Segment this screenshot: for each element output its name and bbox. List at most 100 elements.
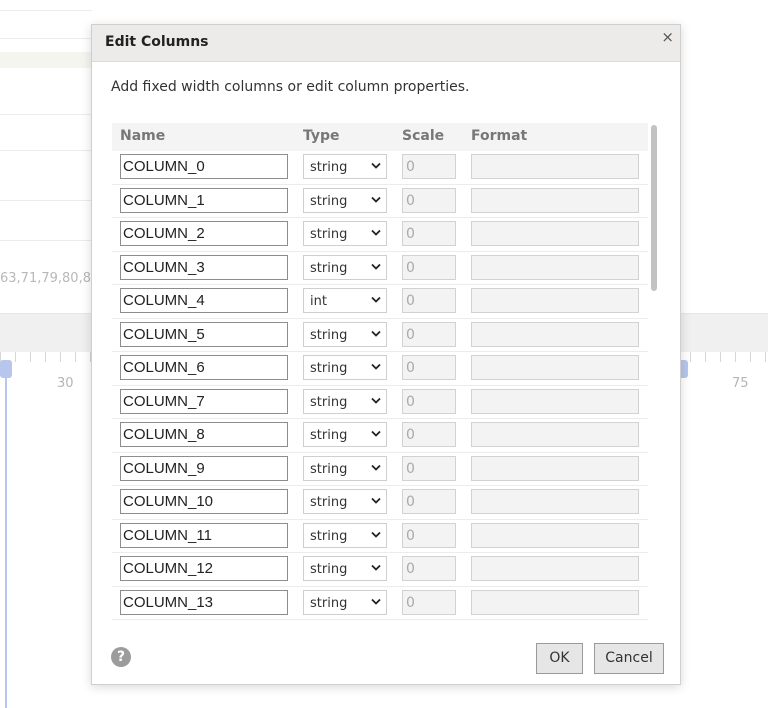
column-type-value: string: [310, 595, 348, 611]
chevron-down-icon: [371, 430, 381, 437]
column-name-input[interactable]: [120, 556, 288, 581]
column-type-select[interactable]: string: [303, 154, 387, 179]
table-row: string 0: [112, 218, 648, 252]
column-name-input[interactable]: [120, 522, 288, 548]
column-format-input[interactable]: [471, 556, 639, 581]
column-format-input[interactable]: [471, 589, 639, 615]
column-name-input[interactable]: [120, 589, 288, 615]
column-type-select[interactable]: string: [303, 187, 387, 213]
column-type-value: string: [310, 327, 348, 343]
column-name-input[interactable]: [120, 187, 288, 213]
dialog-title: Edit Columns: [105, 34, 209, 50]
column-type-select[interactable]: string: [303, 388, 387, 414]
column-type-value: string: [310, 461, 348, 477]
column-format-input[interactable]: [471, 455, 639, 481]
column-name-input[interactable]: [120, 221, 288, 246]
table-row: string 0: [112, 252, 648, 285]
chevron-down-icon: [371, 229, 381, 236]
bg-divider: [0, 150, 92, 151]
column-scale-input[interactable]: 0: [402, 187, 456, 213]
table-scrollbar[interactable]: [651, 125, 657, 291]
bg-ruler-marker-line: [5, 370, 7, 708]
column-type-select[interactable]: string: [303, 455, 387, 481]
column-type-value: string: [310, 394, 348, 410]
column-format-input[interactable]: [471, 288, 639, 313]
column-type-select[interactable]: string: [303, 522, 387, 548]
column-type-value: int: [310, 294, 327, 309]
column-type-value: string: [310, 260, 348, 276]
close-icon[interactable]: ×: [661, 28, 674, 46]
cancel-button[interactable]: Cancel: [594, 643, 664, 674]
column-format-input[interactable]: [471, 522, 639, 548]
column-name-input[interactable]: [120, 154, 288, 179]
column-type-select[interactable]: string: [303, 489, 387, 514]
column-scale-value: 0: [406, 293, 415, 309]
column-format-input[interactable]: [471, 355, 639, 380]
column-format-input[interactable]: [471, 489, 639, 514]
column-name-input[interactable]: [120, 489, 288, 514]
column-type-select[interactable]: string: [303, 355, 387, 380]
bg-divider: [0, 38, 92, 39]
chevron-down-icon: [371, 296, 381, 303]
column-scale-input[interactable]: 0: [402, 321, 456, 347]
column-scale-value: 0: [406, 427, 415, 443]
column-header-scale: Scale: [402, 128, 445, 144]
column-scale-value: 0: [406, 360, 415, 376]
chevron-down-icon: [371, 531, 381, 538]
chevron-down-icon: [371, 330, 381, 337]
column-name-input[interactable]: [120, 355, 288, 380]
column-scale-input[interactable]: 0: [402, 589, 456, 615]
column-type-select[interactable]: string: [303, 321, 387, 347]
column-scale-input[interactable]: 0: [402, 388, 456, 414]
column-name-input[interactable]: [120, 321, 288, 347]
column-type-value: string: [310, 495, 348, 510]
column-type-value: string: [310, 361, 348, 376]
chevron-down-icon: [371, 497, 381, 504]
column-scale-value: 0: [406, 159, 415, 175]
column-type-select[interactable]: string: [303, 589, 387, 615]
chevron-down-icon: [371, 263, 381, 270]
column-format-input[interactable]: [471, 321, 639, 347]
column-type-value: string: [310, 562, 348, 577]
column-type-select[interactable]: int: [303, 288, 387, 313]
column-name-input[interactable]: [120, 422, 288, 447]
column-scale-input[interactable]: 0: [402, 288, 456, 313]
column-name-input[interactable]: [120, 388, 288, 414]
ok-button[interactable]: OK: [536, 643, 583, 674]
column-type-select[interactable]: string: [303, 221, 387, 246]
column-name-input[interactable]: [120, 455, 288, 481]
table-row: string 0: [112, 185, 648, 218]
column-type-select[interactable]: string: [303, 422, 387, 447]
column-scale-input[interactable]: 0: [402, 455, 456, 481]
column-scale-input[interactable]: 0: [402, 221, 456, 246]
column-type-value: string: [310, 193, 348, 209]
column-scale-input[interactable]: 0: [402, 154, 456, 179]
column-format-input[interactable]: [471, 187, 639, 213]
help-icon[interactable]: ?: [111, 647, 131, 667]
column-scale-input[interactable]: 0: [402, 422, 456, 447]
column-name-input[interactable]: [120, 254, 288, 280]
column-format-input[interactable]: [471, 221, 639, 246]
column-scale-value: 0: [406, 259, 415, 276]
column-header-type: Type: [303, 128, 340, 144]
column-format-input[interactable]: [471, 154, 639, 179]
column-scale-input[interactable]: 0: [402, 489, 456, 514]
column-scale-value: 0: [406, 594, 415, 611]
column-scale-input[interactable]: 0: [402, 355, 456, 380]
column-format-input[interactable]: [471, 388, 639, 414]
column-scale-input[interactable]: 0: [402, 254, 456, 280]
column-format-input[interactable]: [471, 422, 639, 447]
column-format-input[interactable]: [471, 254, 639, 280]
column-scale-input[interactable]: 0: [402, 522, 456, 548]
column-header-format: Format: [471, 128, 528, 144]
column-scale-input[interactable]: 0: [402, 556, 456, 581]
bg-divider: [0, 200, 92, 201]
table-row: string 0: [112, 386, 648, 419]
chevron-down-icon: [371, 196, 381, 203]
column-name-input[interactable]: [120, 288, 288, 313]
column-type-select[interactable]: string: [303, 556, 387, 581]
column-type-select[interactable]: string: [303, 254, 387, 280]
table-row: string 0: [112, 319, 648, 352]
column-scale-value: 0: [406, 561, 415, 577]
table-row: string 0: [112, 553, 648, 587]
